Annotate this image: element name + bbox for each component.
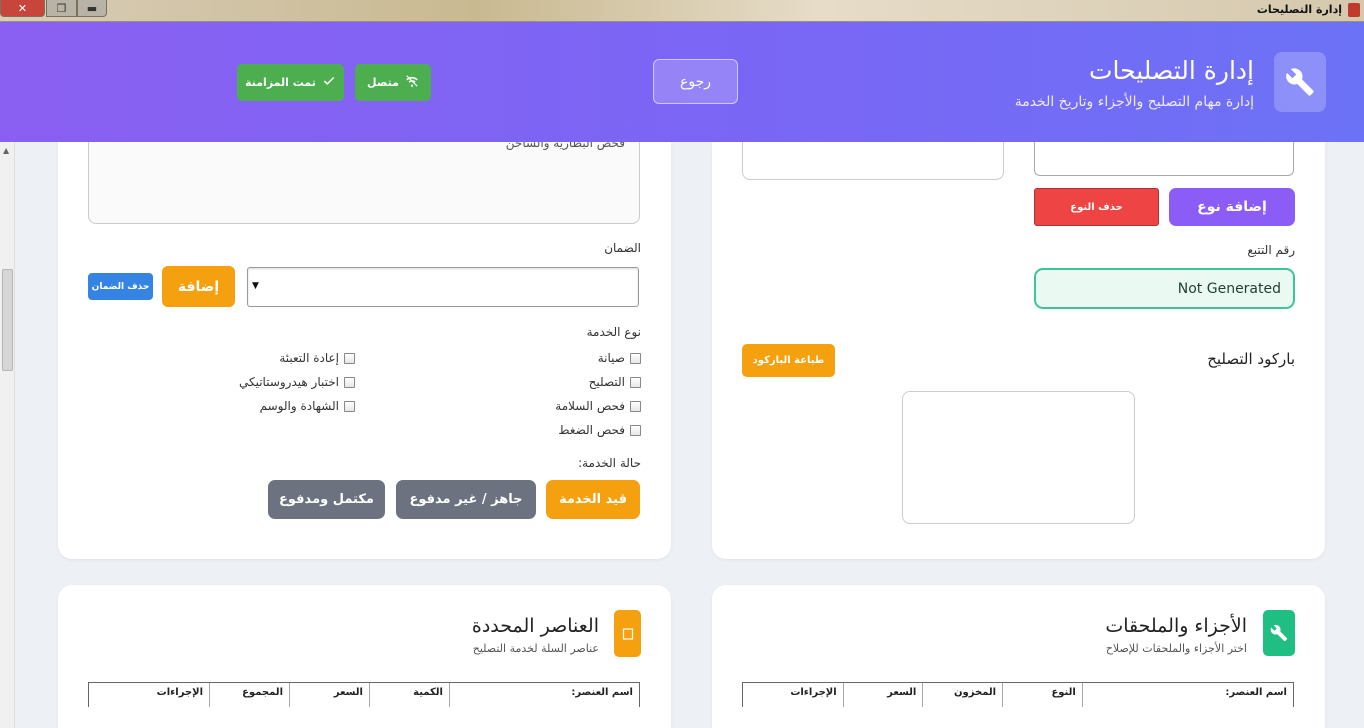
column-header: اسم العنصر:	[449, 683, 639, 707]
warranty-select[interactable]: ▼	[247, 267, 639, 307]
barcode-preview	[902, 391, 1135, 524]
tracking-number-label: رقم التتبع	[1247, 243, 1295, 257]
check-icon	[322, 74, 336, 91]
status-pending-button[interactable]: قيد الخدمة	[546, 480, 640, 519]
column-header: الإجراءات	[156, 687, 203, 698]
sync-label: تمت المزامنة	[245, 76, 316, 89]
checkbox-box[interactable]	[630, 352, 641, 364]
repair-info-card: إضافة نوع حذف النوع رقم التتبع Not Gener…	[712, 142, 1325, 559]
checkbox-hydrostatic-test[interactable]: اختبار هيدروستاتيكي	[239, 375, 355, 389]
type-input[interactable]	[1034, 142, 1294, 176]
column-header: النوع	[1002, 683, 1082, 707]
warranty-label: الضمان	[604, 241, 641, 255]
scroll-up-icon[interactable]: ▲	[3, 146, 9, 155]
checkbox-label: اختبار هيدروستاتيكي	[238, 375, 339, 389]
app-icon	[1348, 3, 1360, 17]
status-ready-unpaid-button[interactable]: جاهز / غير مدفوع	[396, 480, 536, 519]
wrench-icon	[1274, 52, 1326, 112]
window-titlebar: ✕ ❐ ▬ إدارة التصليحات	[0, 0, 1364, 22]
wifi-off-icon	[405, 74, 419, 91]
back-button[interactable]: رجوع	[653, 59, 738, 104]
checkbox-repair[interactable]: التصليح	[589, 375, 641, 389]
column-header: السعر	[842, 683, 923, 707]
tracking-number-field: Not Generated	[1034, 268, 1295, 309]
checkbox-label: إعادة التعبئة	[279, 351, 339, 365]
page-subtitle: إدارة مهام التصليح والأجزاء وتاريخ الخدم…	[1014, 94, 1254, 110]
checkbox-box[interactable]	[630, 376, 641, 388]
column-header: اسم العنصر:	[1081, 683, 1293, 707]
add-warranty-button[interactable]: إضافة	[162, 266, 235, 307]
notes-textarea[interactable]: فحص البطارية والشاحن	[88, 142, 640, 224]
parts-subtitle: اختر الأجزاء والملحقات للإصلاح	[1105, 642, 1247, 655]
add-type-button[interactable]: إضافة نوع	[1169, 188, 1295, 226]
checkbox-box[interactable]	[630, 400, 641, 412]
column-header: السعر	[289, 683, 369, 707]
selected-items-card: العناصر المحددة عناصر السلة لخدمة التصلي…	[58, 585, 671, 728]
online-label: متصل	[367, 76, 399, 89]
window-title: إدارة التصليحات	[1256, 3, 1342, 16]
print-barcode-button[interactable]: طباعة الباركود	[742, 344, 835, 377]
close-icon[interactable]: ✕	[0, 0, 45, 17]
page-title: إدارة التصليحات	[1088, 56, 1254, 85]
service-type-label: نوع الخدمة	[586, 325, 641, 339]
checkbox-box[interactable]	[344, 376, 355, 388]
checkbox-pressure-check[interactable]: فحص الضغط	[558, 423, 641, 437]
delete-type-button[interactable]: حذف النوع	[1034, 188, 1159, 226]
checkbox-label: الشهادة والوسم	[259, 399, 339, 413]
checkbox-label: التصليح	[588, 375, 625, 389]
notes-text: فحص البطارية والشاحن	[505, 142, 625, 150]
column-header: الكمية	[369, 683, 449, 707]
minimize-icon[interactable]: ▬	[77, 0, 107, 17]
maximize-icon[interactable]: ❐	[46, 0, 77, 17]
checkbox-box[interactable]	[344, 400, 355, 412]
checkbox-safety-check[interactable]: فحص السلامة	[555, 399, 641, 413]
text-input[interactable]	[742, 142, 1004, 180]
dropdown-arrow-icon: ▼	[252, 281, 259, 291]
parts-table-header: اسم العنصر: النوع المخزون السعر الإجراءا…	[742, 682, 1294, 707]
service-details-card: فحص البطارية والشاحن الضمان ▼ إضافة حذف …	[58, 142, 671, 559]
checkbox-refill[interactable]: إعادة التعبئة	[279, 351, 355, 365]
selected-items-subtitle: عناصر السلة لخدمة التصليح	[472, 642, 599, 655]
wrench-icon	[1263, 610, 1295, 656]
sync-status-button[interactable]: تمت المزامنة	[237, 64, 344, 101]
column-header: الإجراءات	[790, 687, 837, 698]
checkbox-box[interactable]	[630, 424, 641, 436]
repair-barcode-label: باركود التصليح	[1207, 350, 1295, 368]
checkbox-box[interactable]	[344, 352, 355, 364]
checkbox-label: فحص السلامة	[555, 399, 625, 413]
cart-icon	[614, 610, 641, 657]
service-status-label: حالة الخدمة:	[578, 456, 641, 470]
checkbox-maintenance[interactable]: صيانة	[598, 351, 641, 365]
column-header: المجموع	[209, 683, 289, 707]
parts-title: الأجزاء والملحقات	[1105, 615, 1247, 637]
selected-items-title: العناصر المحددة	[471, 615, 599, 637]
selected-items-table-header: اسم العنصر: الكمية السعر المجموع الإجراء…	[88, 682, 640, 707]
status-completed-paid-button[interactable]: مكتمل ومدفوع	[268, 480, 385, 519]
delete-warranty-button[interactable]: حذف الضمان	[88, 273, 153, 300]
checkbox-label: صيانة	[597, 351, 625, 365]
checkbox-certification[interactable]: الشهادة والوسم	[260, 399, 355, 413]
vertical-scrollbar[interactable]: ▲	[0, 142, 15, 728]
online-status-button[interactable]: متصل	[355, 64, 431, 101]
checkbox-label: فحص الضغط	[558, 423, 625, 437]
parts-accessories-card: الأجزاء والملحقات اختر الأجزاء والملحقات…	[712, 585, 1325, 728]
page-header: إدارة التصليحات إدارة مهام التصليح والأج…	[0, 22, 1364, 142]
scrollbar-thumb[interactable]	[2, 269, 13, 371]
column-header: المخزون	[922, 683, 1002, 707]
